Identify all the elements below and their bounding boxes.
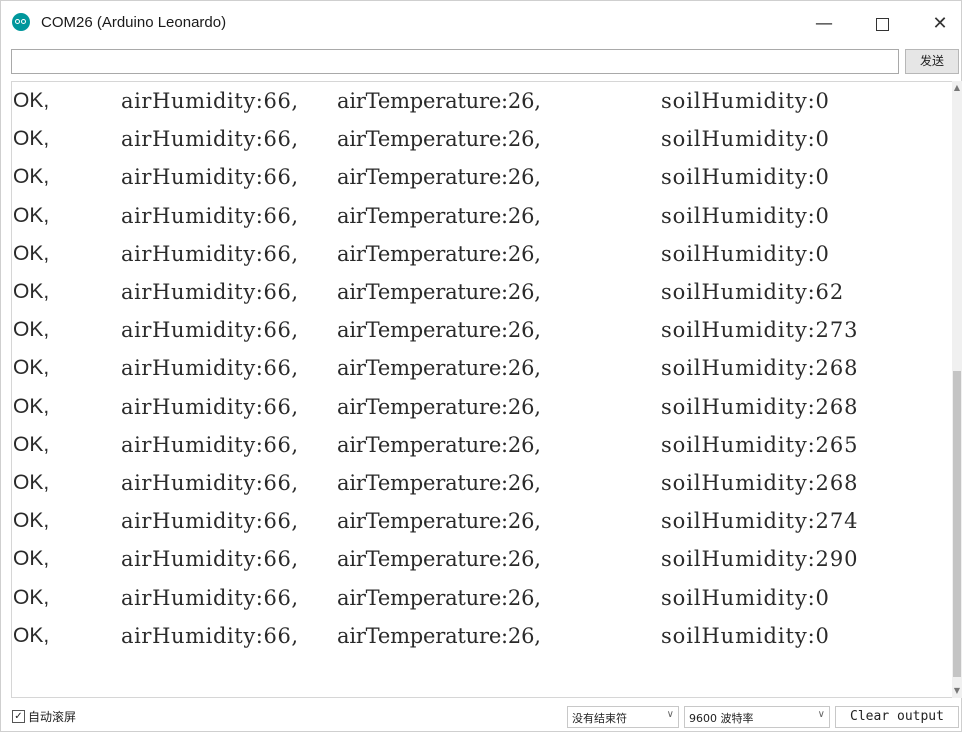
status-text: OK, xyxy=(13,394,50,418)
serial-monitor-window: COM26 (Arduino Leonardo) — ✕ 发送 OK, airHu… xyxy=(0,0,962,732)
maximize-button[interactable] xyxy=(853,1,911,47)
soil-humidity-text: soilHumidity:62 xyxy=(661,280,845,304)
air-temperature-text: airTemperature:26, xyxy=(337,318,541,343)
autoscroll-label: 自动滚屏 xyxy=(28,710,77,724)
air-humidity-text: airHumidity:66, xyxy=(121,585,299,610)
air-temperature-text: airTemperature:26, xyxy=(337,356,541,381)
status-text: OK, xyxy=(13,127,50,151)
air-humidity-text: airHumidity:66, xyxy=(121,89,299,113)
air-temperature-text: airTemperature:26, xyxy=(337,280,541,304)
soil-humidity-text: soilHumidity:274 xyxy=(661,509,859,534)
status-text: OK, xyxy=(13,280,50,303)
soil-humidity-text: soilHumidity:0 xyxy=(661,165,830,190)
air-temperature-text: airTemperature:26, xyxy=(337,471,541,495)
status-text: OK, xyxy=(13,318,50,342)
air-temperature-text: airTemperature:26, xyxy=(337,585,541,610)
baud-rate-select[interactable]: 9600 波特率 ∨ xyxy=(684,706,830,728)
air-humidity-text: airHumidity:66, xyxy=(121,509,299,534)
chevron-down-icon: ∨ xyxy=(666,709,674,720)
status-text: OK, xyxy=(13,471,50,494)
air-humidity-text: airHumidity:66, xyxy=(121,127,299,152)
send-input[interactable] xyxy=(11,49,899,74)
autoscroll-checkbox[interactable]: ✓ xyxy=(12,710,25,723)
air-temperature-text: airTemperature:26, xyxy=(337,547,541,572)
send-row: 发送 xyxy=(1,47,961,79)
vertical-scrollbar[interactable]: ▲ ▼ xyxy=(952,81,962,698)
chevron-down-icon: ∨ xyxy=(817,709,825,720)
air-humidity-text: airHumidity:66, xyxy=(121,623,299,648)
air-humidity-text: airHumidity:66, xyxy=(121,471,299,495)
air-temperature-text: airTemperature:26, xyxy=(337,203,541,228)
soil-humidity-text: soilHumidity:290 xyxy=(661,547,859,572)
line-ending-select[interactable]: 没有结束符 ∨ xyxy=(567,706,679,728)
air-temperature-text: airTemperature:26, xyxy=(337,394,541,419)
soil-humidity-text: soilHumidity:273 xyxy=(661,318,859,343)
air-humidity-text: airHumidity:66, xyxy=(121,394,299,419)
serial-output[interactable]: OK, airHumidity:66, airTemperature:26, soil… xyxy=(11,81,952,698)
air-humidity-text: airHumidity:66, xyxy=(121,432,299,457)
air-temperature-text: airTemperature:26, xyxy=(337,623,541,648)
air-temperature-text: airTemperature:26, xyxy=(337,509,541,534)
air-temperature-text: airTemperature:26, xyxy=(337,241,541,266)
soil-humidity-text: soilHumidity:0 xyxy=(661,89,830,113)
maximize-icon xyxy=(875,18,889,31)
status-text: OK, xyxy=(13,241,50,265)
soil-humidity-text: soilHumidity:0 xyxy=(661,127,830,152)
window-title: COM26 (Arduino Leonardo) xyxy=(41,14,227,31)
air-humidity-text: airHumidity:66, xyxy=(121,241,299,266)
send-button[interactable]: 发送 xyxy=(905,49,959,74)
status-text: OK, xyxy=(13,547,50,571)
air-humidity-text: airHumidity:66, xyxy=(121,356,299,381)
baud-rate-value: 9600 波特率 xyxy=(689,712,754,725)
scrollbar-thumb[interactable] xyxy=(953,371,961,677)
air-temperature-text: airTemperature:26, xyxy=(337,432,541,457)
status-text: OK, xyxy=(13,203,50,227)
close-button[interactable]: ✕ xyxy=(911,1,962,47)
status-bar: ✓ 自动滚屏 没有结束符 ∨ 9600 波特率 ∨ Clear output xyxy=(1,701,961,731)
soil-humidity-text: soilHumidity:268 xyxy=(661,356,859,381)
soil-humidity-text: soilHumidity:268 xyxy=(661,471,859,495)
soil-humidity-text: soilHumidity:0 xyxy=(661,585,830,610)
soil-humidity-text: soilHumidity:0 xyxy=(661,623,830,648)
line-ending-value: 没有结束符 xyxy=(572,712,627,725)
title-bar: COM26 (Arduino Leonardo) — ✕ xyxy=(1,1,961,47)
air-humidity-text: airHumidity:66, xyxy=(121,280,299,304)
clear-output-button[interactable]: Clear output xyxy=(835,706,959,728)
minimize-button[interactable]: — xyxy=(795,1,853,47)
air-temperature-text: airTemperature:26, xyxy=(337,165,541,190)
air-humidity-text: airHumidity:66, xyxy=(121,165,299,190)
soil-humidity-text: soilHumidity:0 xyxy=(661,241,830,266)
status-text: OK, xyxy=(13,509,50,533)
air-temperature-text: airTemperature:26, xyxy=(337,89,541,113)
soil-humidity-text: soilHumidity:268 xyxy=(661,394,859,419)
air-humidity-text: airHumidity:66, xyxy=(121,203,299,228)
arduino-icon xyxy=(12,13,30,31)
scroll-down-icon[interactable]: ▼ xyxy=(952,684,962,698)
soil-humidity-text: soilHumidity:0 xyxy=(661,203,830,228)
scroll-up-icon[interactable]: ▲ xyxy=(952,81,962,95)
air-humidity-text: airHumidity:66, xyxy=(121,318,299,343)
soil-humidity-text: soilHumidity:265 xyxy=(661,432,859,457)
status-text: OK, xyxy=(13,356,50,380)
air-humidity-text: airHumidity:66, xyxy=(121,547,299,572)
air-temperature-text: airTemperature:26, xyxy=(337,127,541,152)
status-text: OK, xyxy=(13,623,50,647)
status-text: OK, xyxy=(13,165,50,189)
status-text: OK, xyxy=(13,89,50,112)
status-text: OK, xyxy=(13,432,50,456)
status-text: OK, xyxy=(13,585,50,609)
